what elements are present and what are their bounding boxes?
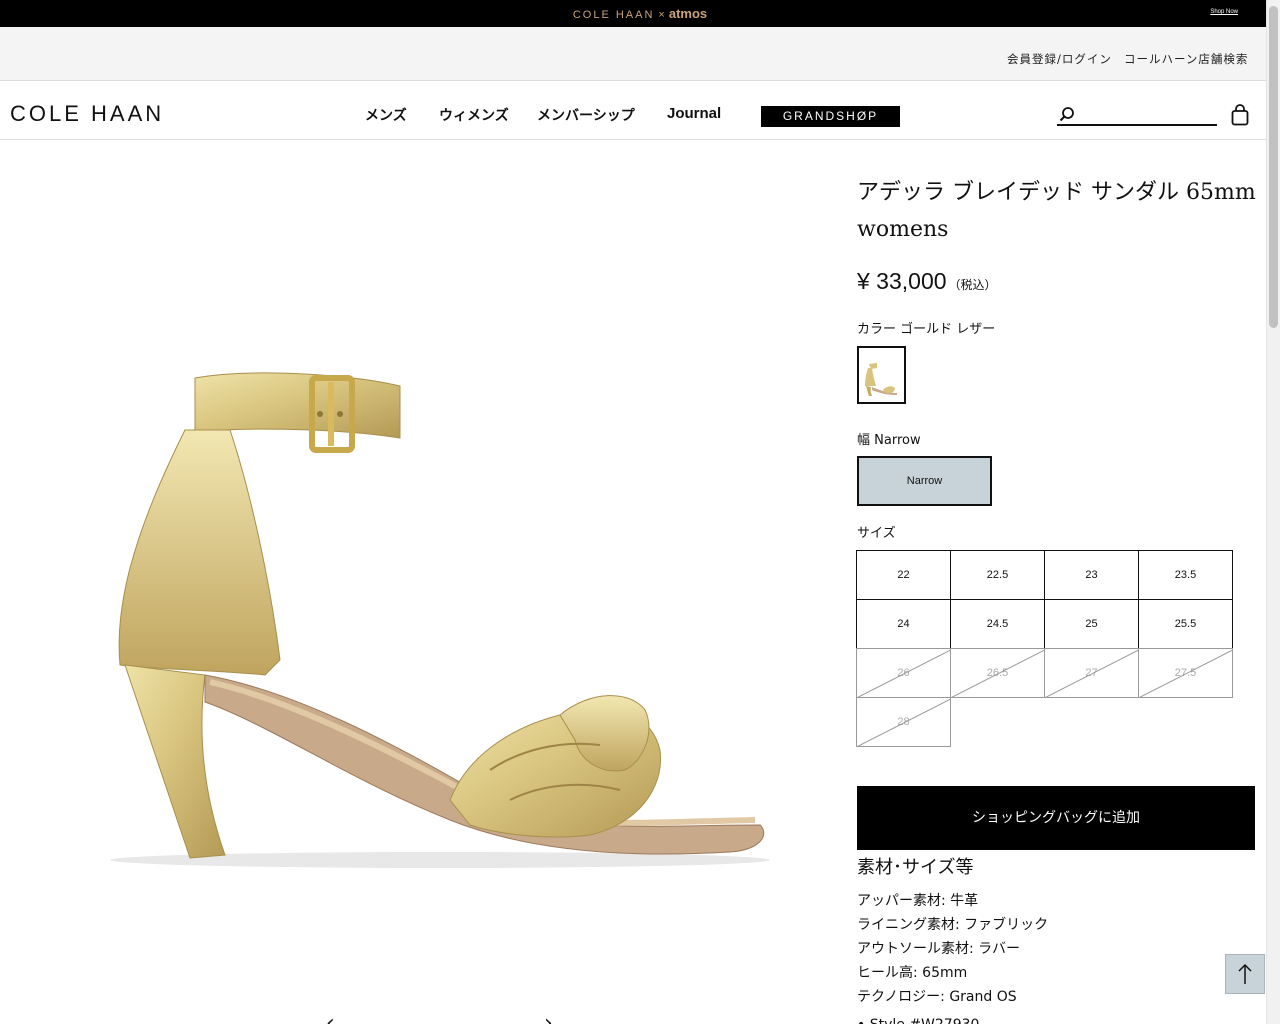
nav-womens[interactable]: ウィメンズ bbox=[439, 105, 509, 125]
spec-item-partial: • Style #W27930 bbox=[857, 1014, 979, 1024]
site-header: COLE HAAN メンズ ウィメンズ メンバーシップ Journal GRAN… bbox=[0, 82, 1266, 140]
promo-shop-now-link[interactable]: Shop Now bbox=[1210, 9, 1238, 15]
spec-item: アッパー素材: 牛革 bbox=[857, 893, 979, 909]
spec-item: ライニング素材: ファブリック bbox=[857, 917, 1049, 933]
price-value: ¥ 33,000 bbox=[857, 268, 947, 294]
carousel-next-icon[interactable]: › bbox=[544, 1012, 564, 1024]
product-price: ¥ 33,000 （税込） bbox=[857, 268, 997, 295]
promo-brand-right: atmos bbox=[668, 6, 708, 21]
size-option-unavailable[interactable]: 26 bbox=[856, 648, 951, 698]
size-option-unavailable[interactable]: 28 bbox=[856, 697, 951, 747]
spec-item: ヒール高: 65mm bbox=[857, 965, 968, 981]
nav-mens[interactable]: メンズ bbox=[365, 105, 407, 125]
search-input[interactable] bbox=[1081, 104, 1217, 124]
size-option[interactable]: 23.5 bbox=[1138, 550, 1233, 600]
size-option-unavailable[interactable]: 27 bbox=[1044, 648, 1139, 698]
nav-journal[interactable]: Journal bbox=[667, 105, 721, 122]
scrollbar-thumb[interactable] bbox=[1269, 6, 1278, 328]
login-link[interactable]: 会員登録/ログイン bbox=[1007, 51, 1112, 67]
size-option[interactable]: 22.5 bbox=[950, 550, 1045, 600]
color-label: カラー ゴールド レザー bbox=[857, 322, 996, 337]
size-option[interactable]: 25 bbox=[1044, 599, 1139, 649]
promo-brand-left: COLE HAAN bbox=[572, 9, 655, 21]
grandshop-link[interactable]: GRANDSHØP bbox=[761, 106, 900, 127]
size-option[interactable]: 24.5 bbox=[950, 599, 1045, 649]
shopping-bag-icon[interactable] bbox=[1231, 104, 1249, 126]
color-swatch-gold[interactable] bbox=[857, 346, 906, 404]
promo-banner[interactable]: COLE HAAN × atmos bbox=[0, 0, 1280, 27]
size-option-unavailable[interactable]: 26.5 bbox=[950, 648, 1045, 698]
size-option[interactable]: 24 bbox=[856, 599, 951, 649]
carousel-prev-icon[interactable]: ‹ bbox=[326, 1012, 346, 1024]
store-search-link[interactable]: コールハーン店舗検索 bbox=[1124, 51, 1248, 67]
utility-bar: 会員登録/ログイン コールハーン店舗検索 bbox=[0, 27, 1266, 81]
width-label: 幅 Narrow bbox=[857, 433, 921, 448]
price-tax-note: （税込） bbox=[948, 278, 997, 292]
spec-item: アウトソール素材: ラバー bbox=[857, 941, 1021, 957]
brand-logo[interactable]: COLE HAAN bbox=[10, 101, 164, 127]
arrow-up-icon bbox=[1238, 963, 1252, 984]
size-label: サイズ bbox=[857, 526, 896, 541]
spec-item: テクノロジー: Grand OS bbox=[857, 989, 1017, 1005]
product-image[interactable] bbox=[90, 330, 790, 890]
search-icon[interactable] bbox=[1059, 106, 1075, 122]
width-option-narrow[interactable]: Narrow bbox=[857, 456, 992, 506]
back-to-top-button[interactable] bbox=[1225, 954, 1265, 994]
promo-bar[interactable]: COLE HAAN × atmos Shop Now bbox=[0, 0, 1280, 27]
size-option[interactable]: 23 bbox=[1044, 550, 1139, 600]
search-bar bbox=[1057, 104, 1217, 126]
add-to-bag-button[interactable]: ショッピングバッグに追加 bbox=[857, 786, 1255, 850]
swatch-thumbnail-icon bbox=[865, 363, 897, 396]
product-title: アデッラ ブレイデッド サンダル 65mm womens bbox=[857, 180, 1256, 242]
size-option-unavailable[interactable]: 27.5 bbox=[1138, 648, 1233, 698]
page-scrollbar[interactable] bbox=[1266, 0, 1280, 1024]
size-option[interactable]: 22 bbox=[856, 550, 951, 600]
nav-membership[interactable]: メンバーシップ bbox=[537, 105, 635, 125]
promo-brand-x: × bbox=[658, 9, 665, 21]
size-option[interactable]: 25.5 bbox=[1138, 599, 1233, 649]
spec-title: 素材･サイズ等 bbox=[857, 857, 974, 878]
spec-list: アッパー素材: 牛革 ライニング素材: ファブリック アウトソール素材: ラバー… bbox=[857, 889, 1048, 1009]
